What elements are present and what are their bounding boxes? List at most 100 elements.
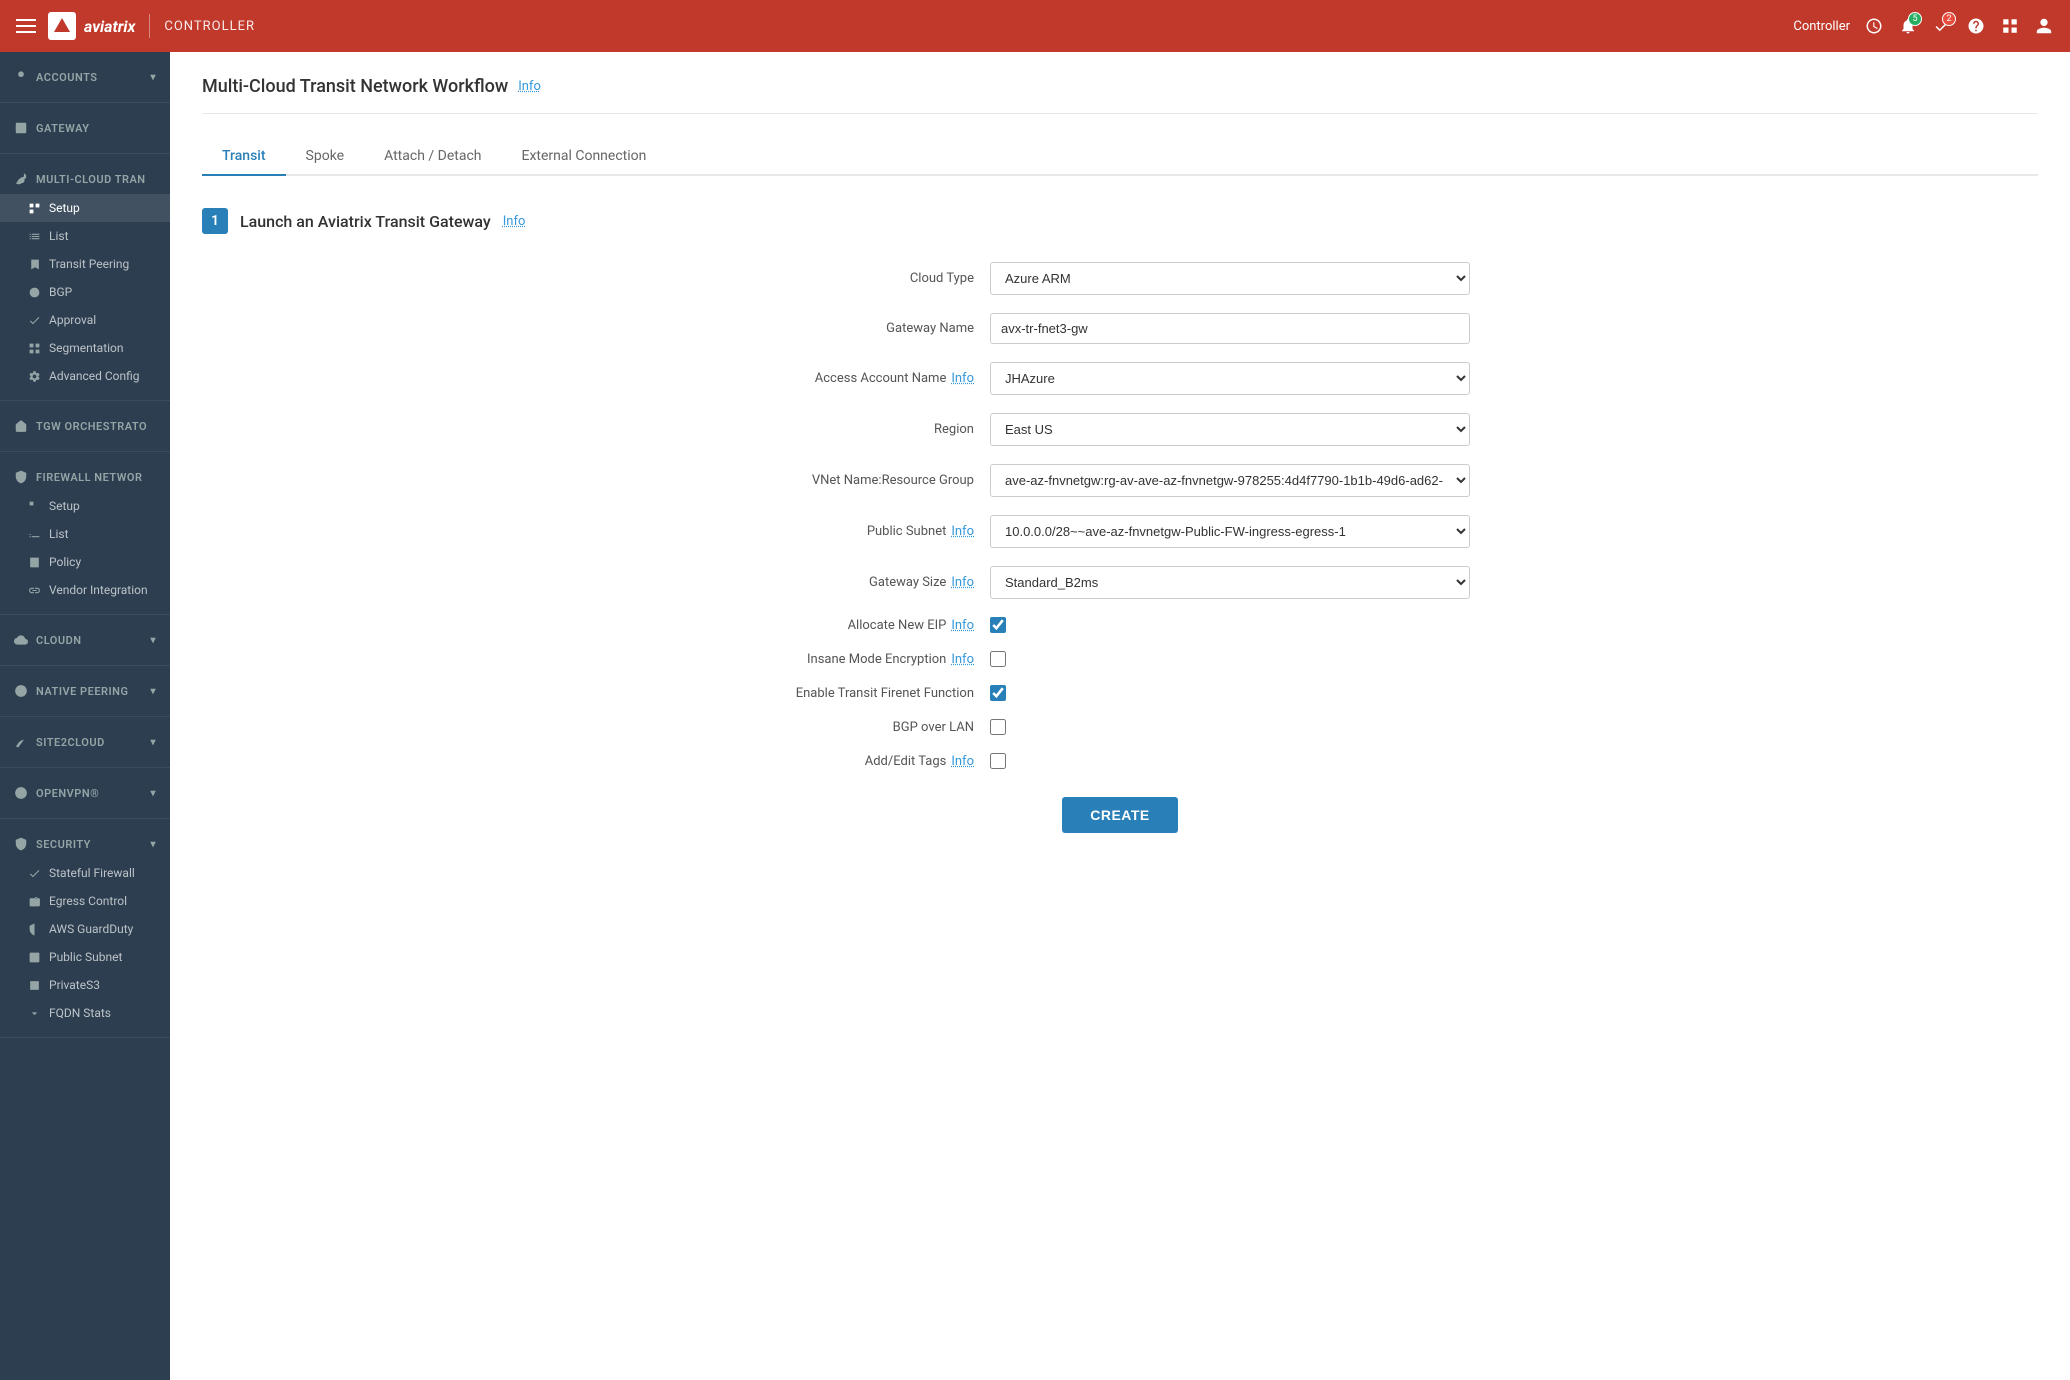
- sidebar-group-gateway[interactable]: GATEWAY: [0, 113, 170, 143]
- sidebar-item-list[interactable]: List: [0, 222, 170, 250]
- region-select[interactable]: East US West US East US 2 West Europe: [990, 413, 1470, 446]
- tab-spoke[interactable]: Spoke: [286, 138, 365, 176]
- bgp-lan-checkbox[interactable]: [990, 719, 1006, 735]
- check-badge: 2: [1942, 12, 1956, 26]
- help-icon[interactable]: [1966, 16, 1986, 36]
- insane-mode-label: Insane Mode Encryption Info: [770, 652, 990, 667]
- sidebar-item-bgp[interactable]: BGP: [0, 278, 170, 306]
- page-header: Multi-Cloud Transit Network Workflow Inf…: [202, 76, 2038, 114]
- gateway-size-control: Standard_B2ms Standard_B4ms Standard_D2s…: [990, 566, 1470, 599]
- region-label: Region: [770, 422, 990, 437]
- page-info-link[interactable]: Info: [518, 79, 541, 94]
- sidebar-section-gateway: GATEWAY: [0, 103, 170, 154]
- user-icon[interactable]: [2034, 16, 2054, 36]
- sidebar-section-accounts: ACCOUNTS ▾: [0, 52, 170, 103]
- sidebar-group-multicloud[interactable]: MULTI-CLOUD TRAN: [0, 164, 170, 194]
- tab-transit[interactable]: Transit: [202, 138, 286, 176]
- access-account-select[interactable]: JHAzure: [990, 362, 1470, 395]
- vnet-select[interactable]: ave-az-fnvnetgw:rg-av-ave-az-fnvnetgw-97…: [990, 464, 1470, 497]
- sidebar-item-fw-setup[interactable]: Setup: [0, 492, 170, 520]
- sidebar-item-aws-guardduty[interactable]: AWS GuardDuty: [0, 915, 170, 943]
- sidebar-item-segmentation[interactable]: Segmentation: [0, 334, 170, 362]
- checkmark-icon[interactable]: 2: [1932, 16, 1952, 36]
- sidebar-section-tgw: TGW ORCHESTRATO: [0, 401, 170, 452]
- sidebar-section-openvpn: OPENVPN® ▾: [0, 768, 170, 819]
- add-tags-field: Add/Edit Tags Info: [770, 753, 1470, 769]
- controller-label: Controller: [164, 19, 255, 34]
- sidebar-item-policy[interactable]: Policy: [0, 548, 170, 576]
- add-tags-control: [990, 753, 1470, 769]
- step1-info-link[interactable]: Info: [503, 214, 526, 229]
- public-subnet-control: 10.0.0.0/28~~ave-az-fnvnetgw-Public-FW-i…: [990, 515, 1470, 548]
- gateway-name-control: [990, 313, 1470, 344]
- sidebar-item-stateful-firewall[interactable]: Stateful Firewall: [0, 859, 170, 887]
- tab-external-connection[interactable]: External Connection: [501, 138, 666, 176]
- sidebar-group-native-peering[interactable]: NATIVE PEERING ▾: [0, 676, 170, 706]
- step1-title: Launch an Aviatrix Transit Gateway: [240, 212, 491, 231]
- timer-icon[interactable]: [1864, 16, 1884, 36]
- cloud-type-label: Cloud Type: [770, 271, 990, 286]
- sidebar-group-site2cloud[interactable]: SITE2CLOUD ▾: [0, 727, 170, 757]
- logo: aviatrix Controller: [48, 12, 255, 40]
- step1-header: 1 Launch an Aviatrix Transit Gateway Inf…: [202, 208, 2038, 234]
- sidebar-item-fqdn-stats[interactable]: FQDN Stats: [0, 999, 170, 1027]
- public-subnet-info-link[interactable]: Info: [951, 524, 974, 539]
- insane-mode-info-link[interactable]: Info: [951, 652, 974, 667]
- sidebar-section-multicloud: MULTI-CLOUD TRAN Setup List Transit Peer…: [0, 154, 170, 401]
- logo-icon: [48, 12, 76, 40]
- sidebar-group-cloudn[interactable]: CLOUDN ▾: [0, 625, 170, 655]
- enable-firenet-control: [990, 685, 1470, 701]
- notification-bell-icon[interactable]: 5: [1898, 16, 1918, 36]
- bgp-lan-label: BGP over LAN: [770, 720, 990, 735]
- sidebar-group-tgw[interactable]: TGW ORCHESTRATO: [0, 411, 170, 441]
- access-account-field: Access Account Name Info JHAzure: [770, 362, 1470, 395]
- region-field: Region East US West US East US 2 West Eu…: [770, 413, 1470, 446]
- cloud-type-select[interactable]: Azure ARM AWS GCP OCI: [990, 262, 1470, 295]
- sidebar-section-firewall: FIREWALL NETWOR Setup List Policy Vendor…: [0, 452, 170, 615]
- create-button[interactable]: CREATE: [1062, 797, 1178, 833]
- allocate-eip-checkbox[interactable]: [990, 617, 1006, 633]
- bgp-lan-field: BGP over LAN: [770, 719, 1470, 735]
- sidebar-item-advanced-config[interactable]: Advanced Config: [0, 362, 170, 390]
- hamburger-menu[interactable]: [16, 19, 36, 33]
- sidebar-item-setup[interactable]: Setup: [0, 194, 170, 222]
- public-subnet-label: Public Subnet Info: [770, 524, 990, 539]
- grid-icon[interactable]: [2000, 16, 2020, 36]
- public-subnet-select[interactable]: 10.0.0.0/28~~ave-az-fnvnetgw-Public-FW-i…: [990, 515, 1470, 548]
- sidebar-group-accounts[interactable]: ACCOUNTS ▾: [0, 62, 170, 92]
- enable-firenet-field: Enable Transit Firenet Function: [770, 685, 1470, 701]
- sidebar-item-transit-peering[interactable]: Transit Peering: [0, 250, 170, 278]
- sidebar-section-native-peering: NATIVE PEERING ▾: [0, 666, 170, 717]
- gateway-size-info-link[interactable]: Info: [951, 575, 974, 590]
- controller-right-label: Controller: [1793, 19, 1850, 34]
- insane-mode-checkbox[interactable]: [990, 651, 1006, 667]
- enable-firenet-checkbox[interactable]: [990, 685, 1006, 701]
- cloud-type-field: Cloud Type Azure ARM AWS GCP OCI: [770, 262, 1470, 295]
- gateway-size-select[interactable]: Standard_B2ms Standard_B4ms Standard_D2s…: [990, 566, 1470, 599]
- main-content: Multi-Cloud Transit Network Workflow Inf…: [170, 52, 2070, 1380]
- sidebar-group-security[interactable]: SECURITY ▾: [0, 829, 170, 859]
- sidebar-item-approval[interactable]: Approval: [0, 306, 170, 334]
- allocate-eip-info-link[interactable]: Info: [951, 618, 974, 633]
- access-account-info-link[interactable]: Info: [951, 371, 974, 386]
- insane-mode-field: Insane Mode Encryption Info: [770, 651, 1470, 667]
- add-tags-info-link[interactable]: Info: [951, 754, 974, 769]
- sidebar-item-vendor-integration[interactable]: Vendor Integration: [0, 576, 170, 604]
- sidebar: ACCOUNTS ▾ GATEWAY MULTI-CLOUD TRAN Setu…: [0, 52, 170, 1380]
- sidebar-item-fw-list[interactable]: List: [0, 520, 170, 548]
- sidebar-group-firewall[interactable]: FIREWALL NETWOR: [0, 462, 170, 492]
- vnet-control: ave-az-fnvnetgw:rg-av-ave-az-fnvnetgw-97…: [990, 464, 1470, 497]
- sidebar-group-openvpn[interactable]: OPENVPN® ▾: [0, 778, 170, 808]
- sidebar-item-private-s3[interactable]: PrivateS3: [0, 971, 170, 999]
- sidebar-section-security: SECURITY ▾ Stateful Firewall Egress Cont…: [0, 819, 170, 1038]
- sidebar-item-public-subnet[interactable]: Public Subnet: [0, 943, 170, 971]
- gateway-name-input[interactable]: [990, 313, 1470, 344]
- gateway-size-label: Gateway Size Info: [770, 575, 990, 590]
- sidebar-item-egress-control[interactable]: Egress Control: [0, 887, 170, 915]
- gateway-name-label: Gateway Name: [770, 321, 990, 336]
- tab-attach-detach[interactable]: Attach / Detach: [364, 138, 501, 176]
- tab-bar: Transit Spoke Attach / Detach External C…: [202, 138, 2038, 176]
- insane-mode-control: [990, 651, 1470, 667]
- add-tags-checkbox[interactable]: [990, 753, 1006, 769]
- sidebar-section-cloudn: CLOUDN ▾: [0, 615, 170, 666]
